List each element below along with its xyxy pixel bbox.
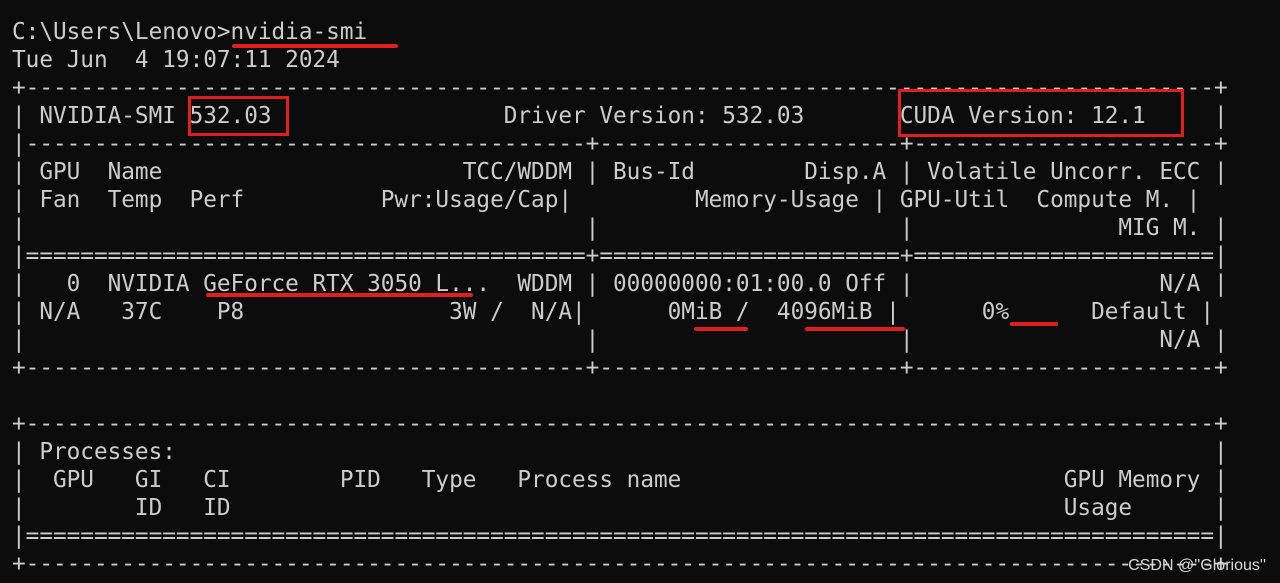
processes-title-row: | Processes: |	[12, 439, 1228, 465]
processes-border-top: +---------------------------------------…	[12, 411, 1228, 437]
gpu-data-row-3: | | | N/A |	[12, 327, 1228, 353]
gpu-header-row-3: | | | MIG M. |	[12, 215, 1228, 241]
gpu-util-underline	[1010, 322, 1058, 326]
terminal-window[interactable]: C:\Users\Lenovo>nvidia-smi Tue Jun 4 19:…	[0, 0, 1280, 583]
smi-version-highlight-box	[188, 96, 289, 136]
table-border-bottom: +---------------------------------------…	[12, 355, 1228, 381]
timestamp-line: Tue Jun 4 19:07:11 2024	[12, 47, 340, 73]
gpu-name-underline	[206, 293, 473, 297]
command-prompt-line: C:\Users\Lenovo>nvidia-smi	[12, 19, 368, 45]
processes-double-divider: |=======================================…	[12, 523, 1228, 549]
processes-header-row-2: | ID ID Usage |	[12, 495, 1228, 521]
watermark: CSDN @''Glorious''	[1128, 557, 1266, 574]
memory-total-underline	[805, 327, 905, 331]
memory-used-underline	[694, 327, 748, 331]
gpu-header-row-1: | GPU Name TCC/WDDM | Bus-Id Disp.A | Vo…	[12, 159, 1228, 185]
command-underline	[232, 44, 398, 48]
processes-border-bottom: +---------------------------------------…	[12, 551, 1228, 577]
processes-header-row-1: | GPU GI CI PID Type Process name GPU Me…	[12, 467, 1228, 493]
cuda-version-highlight-box	[898, 89, 1184, 137]
gpu-data-row-1: | 0 NVIDIA GeForce RTX 3050 L... WDDM | …	[12, 271, 1228, 297]
gpu-header-row-2: | Fan Temp Perf Pwr:Usage/Cap| Memory-Us…	[12, 187, 1201, 213]
table-double-divider: |=======================================…	[12, 243, 1228, 269]
